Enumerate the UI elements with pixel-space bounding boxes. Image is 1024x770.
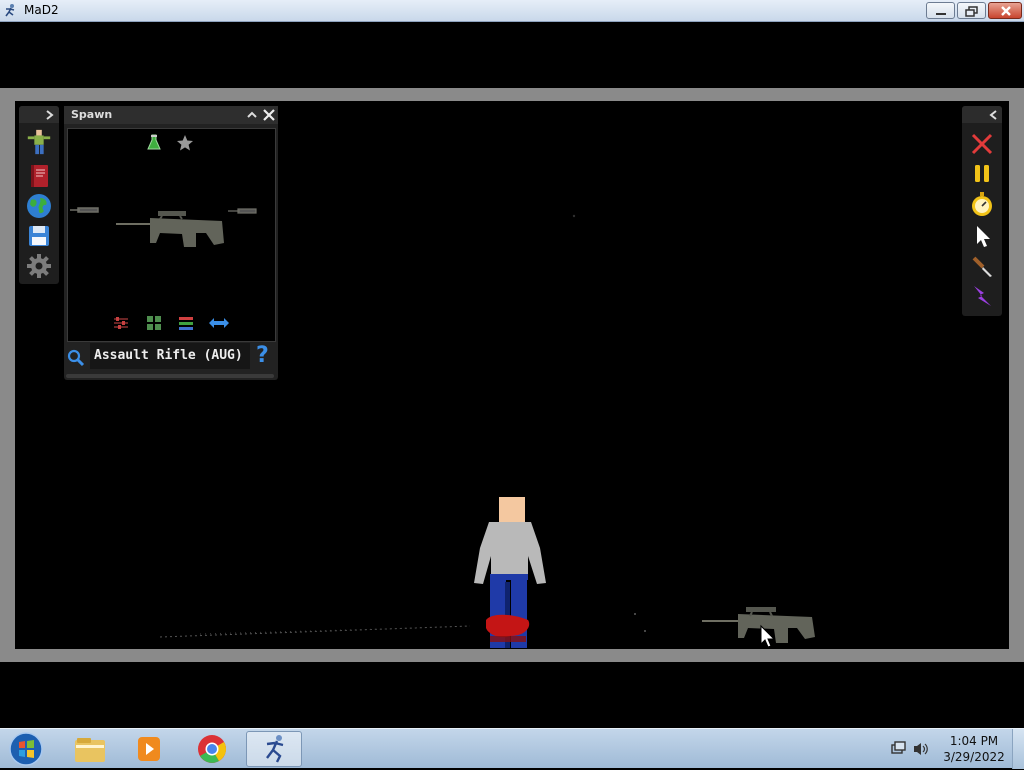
- save-icon[interactable]: [25, 222, 53, 250]
- selected-item-name[interactable]: Assault Rifle (AUG): [90, 343, 250, 369]
- knife-icon[interactable]: [968, 252, 996, 280]
- help-icon[interactable]: ?: [256, 343, 269, 369]
- globe-icon[interactable]: [25, 192, 53, 220]
- previous-item-thumbnail[interactable]: [70, 205, 100, 215]
- viewport-border-bottom: [0, 649, 1024, 662]
- character-icon[interactable]: [25, 128, 53, 156]
- taskbar-clock[interactable]: 1:04 PM 3/29/2022: [940, 733, 1008, 765]
- start-button[interactable]: [6, 731, 46, 767]
- mad2-taskbar-button[interactable]: [246, 731, 302, 767]
- sliders-icon[interactable]: [113, 315, 129, 331]
- lightning-icon[interactable]: [968, 282, 996, 310]
- pointer-icon[interactable]: [968, 222, 996, 250]
- expand-chevron-icon[interactable]: [43, 109, 55, 121]
- chrome-taskbar-icon[interactable]: [184, 731, 240, 767]
- collapse-chevron-icon[interactable]: [244, 107, 260, 123]
- right-toolbar: [962, 106, 1002, 316]
- stopwatch-icon[interactable]: [968, 190, 996, 218]
- left-toolbar: [19, 106, 59, 284]
- spawn-panel: Spawn Assault Rifle (AUG) ?: [64, 106, 278, 380]
- viewport-border-left: [0, 88, 15, 662]
- clock-date: 3/29/2022: [943, 750, 1005, 764]
- media-player-taskbar-icon[interactable]: [122, 731, 178, 767]
- mad2-app-icon: [266, 735, 284, 763]
- window-titlebar: MaD2: [0, 0, 1024, 22]
- system-tray-icons[interactable]: [886, 733, 934, 765]
- clock-time: 1:04 PM: [949, 734, 999, 748]
- search-icon[interactable]: [67, 349, 85, 367]
- spawn-panel-title: Spawn: [71, 108, 113, 121]
- app-icon: [5, 4, 15, 17]
- windows-taskbar: 1:04 PM 3/29/2022: [0, 728, 1024, 769]
- flask-icon[interactable]: [146, 134, 162, 152]
- show-desktop-button[interactable]: [1012, 729, 1024, 769]
- left-toolbar-header: [19, 106, 59, 123]
- pause-icon[interactable]: [968, 160, 996, 188]
- grid-icon[interactable]: [146, 315, 162, 331]
- viewport-border-right: [1009, 88, 1024, 662]
- right-toolbar-header: [962, 106, 1002, 123]
- star-icon[interactable]: [176, 134, 194, 152]
- gear-icon[interactable]: [25, 252, 53, 280]
- close-button[interactable]: [988, 2, 1022, 19]
- list-icon[interactable]: [178, 315, 194, 331]
- close-panel-icon[interactable]: [261, 107, 277, 123]
- book-icon[interactable]: [25, 162, 53, 190]
- assault-rifle-preview: [116, 211, 224, 247]
- spawn-panel-header[interactable]: Spawn: [64, 106, 278, 124]
- minimize-button[interactable]: [926, 2, 955, 19]
- delete-icon[interactable]: [968, 130, 996, 158]
- next-item-thumbnail[interactable]: [228, 207, 258, 217]
- item-search-bar: Assault Rifle (AUG) ?: [64, 342, 278, 372]
- swap-icon[interactable]: [208, 315, 230, 331]
- viewport-border-top: [0, 88, 1024, 101]
- explorer-taskbar-icon[interactable]: [62, 731, 118, 767]
- window-title: MaD2: [24, 3, 59, 17]
- panel-scrollbar[interactable]: [66, 374, 274, 378]
- restore-button[interactable]: [957, 2, 986, 19]
- item-carousel: [67, 128, 276, 342]
- collapse-left-chevron-icon[interactable]: [988, 109, 1000, 121]
